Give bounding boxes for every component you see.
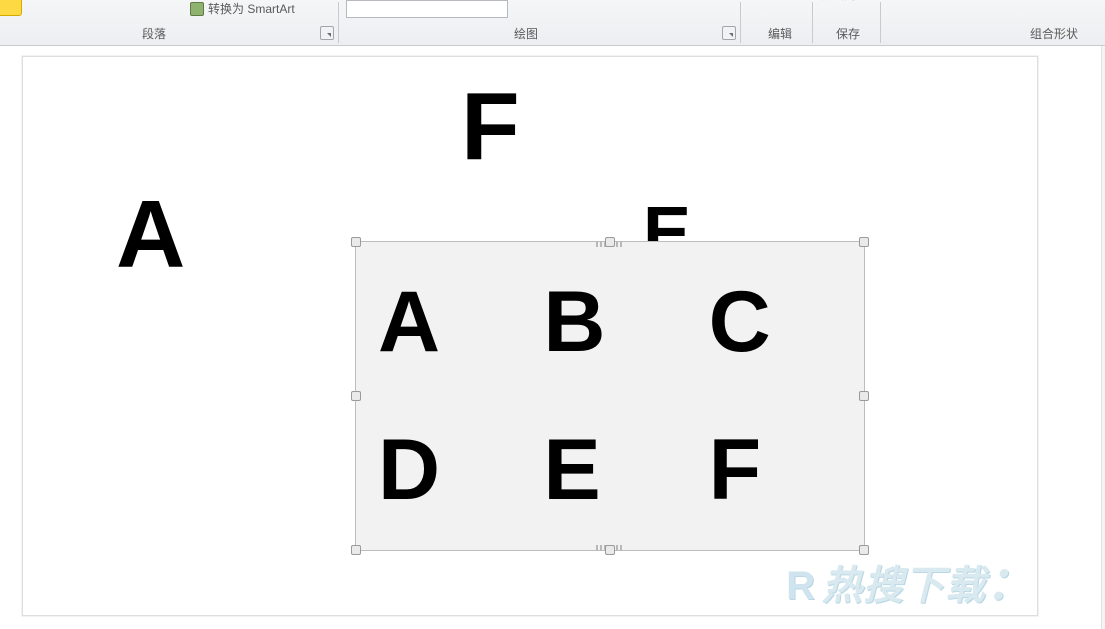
ribbon-separator-4 bbox=[880, 2, 881, 43]
ribbon: 转换为 SmartArt 百度网盘 段落 绘图 编辑 保存 组合形状 bbox=[0, 0, 1105, 46]
resize-handle-bl[interactable] bbox=[351, 545, 361, 555]
watermark: R热搜下载： bbox=[786, 547, 1033, 613]
vertical-scrollbar[interactable] bbox=[1101, 46, 1105, 629]
group-combine-shapes: 组合形状 bbox=[1030, 25, 1078, 42]
table-cell[interactable]: C bbox=[695, 250, 856, 394]
slide[interactable]: A F E A B C D E F R热搜下载： bbox=[22, 56, 1038, 616]
shapes-gallery[interactable] bbox=[346, 0, 508, 18]
resize-handle-b[interactable] bbox=[605, 545, 615, 555]
textbox-F[interactable]: F bbox=[461, 79, 520, 175]
drawing-dialog-launcher[interactable] bbox=[722, 26, 736, 40]
baidu-netdisk-label: 百度网盘 bbox=[820, 0, 868, 3]
table-grid: A B C D E F bbox=[364, 250, 856, 542]
ribbon-separator-3 bbox=[812, 2, 813, 43]
resize-handle-l[interactable] bbox=[351, 391, 361, 401]
table-selection-frame[interactable]: A B C D E F bbox=[355, 241, 865, 551]
watermark-R: R bbox=[786, 564, 816, 608]
table-cell[interactable]: B bbox=[529, 250, 690, 394]
textbox-A[interactable]: A bbox=[116, 187, 185, 283]
convert-to-smartart-label: 转换为 SmartArt bbox=[208, 0, 295, 17]
group-save: 保存 bbox=[836, 25, 860, 42]
watermark-text: 热搜下载 bbox=[822, 564, 986, 608]
resize-handle-t[interactable] bbox=[605, 237, 615, 247]
ribbon-separator-1 bbox=[338, 2, 339, 43]
table-cell[interactable]: D bbox=[364, 398, 525, 542]
resize-handle-r[interactable] bbox=[859, 391, 869, 401]
resize-handle-tl[interactable] bbox=[351, 237, 361, 247]
resize-handle-tr[interactable] bbox=[859, 237, 869, 247]
ribbon-separator-2 bbox=[740, 2, 741, 43]
table-cell[interactable]: E bbox=[529, 398, 690, 542]
ribbon-file-tab-edge[interactable] bbox=[0, 0, 22, 16]
editor-canvas[interactable]: A F E A B C D E F R热搜下载： bbox=[0, 46, 1105, 629]
group-paragraph: 段落 bbox=[142, 25, 166, 42]
smartart-icon bbox=[190, 2, 204, 16]
group-drawing: 绘图 bbox=[514, 25, 538, 42]
table-cell[interactable]: F bbox=[695, 398, 856, 542]
watermark-punct: ： bbox=[986, 557, 1033, 609]
table-cell[interactable]: A bbox=[364, 250, 525, 394]
paragraph-dialog-launcher[interactable] bbox=[320, 26, 334, 40]
group-editing: 编辑 bbox=[768, 25, 792, 42]
convert-to-smartart-button[interactable]: 转换为 SmartArt bbox=[190, 0, 295, 17]
